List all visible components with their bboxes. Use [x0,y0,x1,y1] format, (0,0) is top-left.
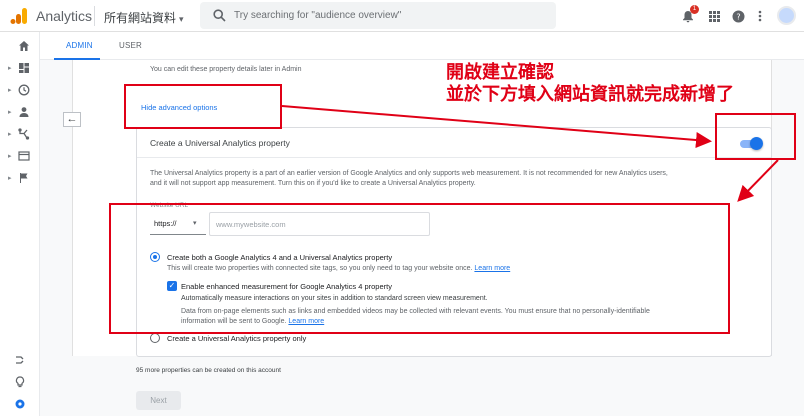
help-icon[interactable]: ? [730,8,746,24]
top-bar: Analytics 所有網站資料▾ 1 ? [0,0,804,32]
acquisition-icon [18,128,30,140]
divider [94,6,95,26]
settings-icon[interactable] [14,398,26,410]
caret-right-icon: ▸ [8,131,12,138]
search-input[interactable] [234,6,544,25]
attribution-icon[interactable] [14,354,26,366]
caret-right-icon: ▸ [8,65,12,72]
divider [137,157,771,158]
flag-icon [20,173,28,183]
annotation-line: 並於下方填入網站資訊就完成新增了 [446,84,734,104]
app-title: Analytics [36,8,93,24]
left-nav: ▸ ▸ ▸ ▸ ▸ ▸ [0,32,40,416]
search-bar[interactable] [200,2,556,29]
tab-user[interactable]: USER [119,41,142,50]
dashboard-icon [19,63,29,73]
tab-admin[interactable]: ADMIN [66,41,93,50]
nav-realtime[interactable]: ▸ [8,82,32,98]
annotation-line: 開啟建立確認 [446,62,554,82]
nav-conversions[interactable]: ▸ [8,170,32,186]
annotation-text: 開啟建立確認 並於下方填入網站資訊就完成新增了 [446,61,734,105]
nav-acquisition[interactable]: ▸ [8,126,32,142]
person-icon [19,107,29,117]
more-vert-icon[interactable] [752,8,768,24]
account-name: 所有網站資料 [104,11,177,25]
edit-later-note: You can edit these property details late… [150,66,302,73]
caret-down-icon: ▾ [179,14,184,24]
account-selector[interactable]: 所有網站資料 ▾ [104,9,184,26]
next-button[interactable]: Next [136,391,181,410]
radio-ua-only-label[interactable]: Create a Universal Analytics property on… [167,334,306,343]
nav-behavior[interactable]: ▸ [8,148,32,164]
annotation-box-advanced [124,84,282,129]
search-icon [213,9,226,22]
caret-right-icon: ▸ [8,109,12,116]
annotation-box-form [109,203,730,334]
svg-text:?: ? [736,12,740,21]
ua-section-title: Create a Universal Analytics property [150,138,290,148]
clock-icon [18,84,30,96]
nav-home[interactable] [8,38,32,54]
arrow-left-icon: ← [66,113,78,125]
admin-tabs: ADMIN USER [40,32,804,60]
properties-remaining-note: 95 more properties can be created on thi… [136,367,281,374]
analytics-logo-icon[interactable] [10,7,28,25]
back-arrow-button[interactable]: ← [63,112,81,127]
ua-description: The Universal Analytics property is a pa… [150,169,754,189]
annotation-box-toggle [715,113,796,160]
apps-grid-icon[interactable] [706,8,722,24]
lightbulb-icon[interactable] [14,376,26,388]
behavior-icon [18,151,30,161]
ua-description-line: The Universal Analytics property is a pa… [150,170,668,177]
nav-customization[interactable]: ▸ [8,60,32,76]
caret-right-icon: ▸ [8,87,12,94]
home-icon [19,41,29,51]
notification-badge: 1 [690,5,699,14]
avatar[interactable] [777,6,796,25]
nav-audience[interactable]: ▸ [8,104,32,120]
ua-description-line: and it will not support app measurement.… [150,180,476,187]
caret-right-icon: ▸ [8,175,12,182]
caret-right-icon: ▸ [8,153,12,160]
radio-ua-only[interactable] [150,333,160,343]
